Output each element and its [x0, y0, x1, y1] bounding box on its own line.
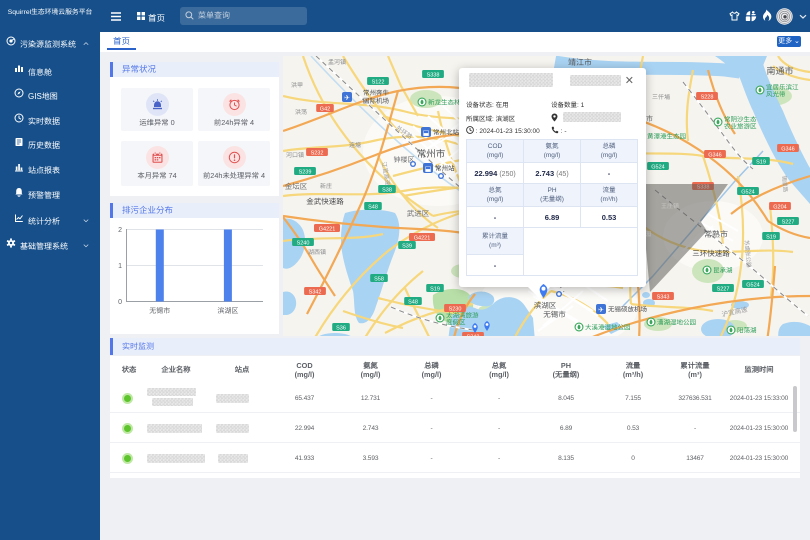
svg-text:金坛区: 金坛区	[285, 182, 308, 191]
svg-text:大溪港湿地公园: 大溪港湿地公园	[585, 324, 631, 332]
svg-text:锡虞路: 锡虞路	[780, 175, 788, 193]
svg-text:常阴沙生态: 常阴沙生态	[724, 116, 757, 124]
svg-text:S19: S19	[756, 159, 766, 165]
svg-text:⬓: ⬓	[423, 130, 430, 137]
svg-text:无锡市: 无锡市	[149, 307, 170, 315]
svg-text:S338: S338	[427, 72, 440, 78]
svg-text:G524: G524	[746, 282, 759, 288]
svg-text:太湖湾旅游: 太湖湾旅游	[446, 312, 479, 320]
svg-text:湖西镇: 湖西镇	[308, 248, 326, 256]
svg-text:滨湖区: 滨湖区	[534, 301, 557, 310]
svg-text:农业旅游区: 农业旅游区	[724, 123, 757, 131]
svg-text:0: 0	[118, 299, 122, 306]
svg-text:S19: S19	[430, 286, 440, 292]
svg-text:S240: S240	[297, 240, 310, 246]
svg-text:G346: G346	[708, 152, 721, 158]
svg-text:S228: S228	[701, 94, 714, 100]
svg-text:常州市: 常州市	[417, 148, 446, 160]
svg-text:G524: G524	[651, 164, 664, 170]
svg-text:S342: S342	[309, 289, 322, 295]
svg-text:常熟市: 常熟市	[704, 230, 728, 239]
svg-text:靖江市: 靖江市	[568, 58, 592, 67]
svg-text:三仟埔: 三仟埔	[652, 93, 670, 101]
svg-text:三环快速路: 三环快速路	[692, 249, 730, 258]
svg-text:G204: G204	[773, 204, 786, 210]
svg-text:S19: S19	[766, 234, 776, 240]
svg-text:连塘: 连塘	[349, 141, 361, 149]
svg-text:风光带: 风光带	[766, 91, 786, 99]
svg-text:S38: S38	[382, 187, 392, 193]
svg-text:S48: S48	[368, 204, 378, 210]
svg-text:国际机场: 国际机场	[363, 97, 390, 105]
svg-text:河口镇: 河口镇	[286, 151, 304, 159]
svg-text:常州奔牛: 常州奔牛	[363, 89, 390, 97]
svg-text:常州北站: 常州北站	[433, 129, 460, 137]
svg-text:金武快速路: 金武快速路	[306, 197, 344, 206]
svg-text:G4221: G4221	[319, 226, 336, 232]
svg-text:常州站: 常州站	[435, 165, 455, 173]
svg-text:S122: S122	[372, 79, 385, 85]
svg-text:2: 2	[118, 227, 122, 234]
svg-text:✈: ✈	[598, 307, 604, 314]
svg-text:新龙生态林: 新龙生态林	[428, 99, 461, 107]
svg-text:宜居乐滨江: 宜居乐滨江	[766, 84, 799, 92]
svg-text:孟河镇: 孟河镇	[328, 58, 346, 66]
svg-text:S239: S239	[299, 169, 312, 175]
svg-text:黄潭港生态园: 黄潭港生态园	[647, 133, 686, 141]
svg-text:S342: S342	[467, 334, 480, 336]
svg-text:S39: S39	[402, 243, 412, 249]
svg-text:漕湖湿地公园: 漕湖湿地公园	[657, 319, 696, 327]
svg-text:S227: S227	[717, 286, 730, 292]
svg-text:G346: G346	[781, 146, 794, 152]
svg-text:洪荡: 洪荡	[295, 108, 307, 116]
svg-text:S48: S48	[408, 299, 418, 305]
svg-text:南通市: 南通市	[766, 66, 793, 76]
svg-text:昆承湖: 昆承湖	[713, 267, 733, 275]
svg-text:S36: S36	[336, 325, 346, 331]
svg-text:S232: S232	[311, 150, 324, 156]
svg-text:S230: S230	[449, 306, 462, 312]
svg-text:王庄镇: 王庄镇	[661, 202, 679, 210]
svg-text:新庄: 新庄	[320, 182, 332, 190]
svg-text:S343: S343	[657, 294, 670, 300]
svg-text:武进区: 武进区	[407, 209, 430, 218]
svg-text:G4221: G4221	[414, 235, 431, 241]
svg-text:滨湖区: 滨湖区	[217, 307, 238, 315]
svg-text:无锡市: 无锡市	[543, 310, 566, 319]
svg-text:洪甲: 洪甲	[291, 81, 303, 89]
svg-text:G42: G42	[320, 106, 330, 112]
svg-text:阳荡湖: 阳荡湖	[737, 327, 757, 335]
svg-text:度假区: 度假区	[446, 319, 466, 327]
svg-text:无锡硕放机场: 无锡硕放机场	[608, 306, 648, 314]
svg-text:S58: S58	[374, 276, 384, 282]
svg-text:S227: S227	[782, 219, 795, 225]
svg-text:1: 1	[118, 263, 122, 270]
svg-text:G524: G524	[741, 189, 754, 195]
svg-text:✈: ✈	[344, 95, 350, 102]
svg-text:⬓: ⬓	[425, 166, 432, 173]
